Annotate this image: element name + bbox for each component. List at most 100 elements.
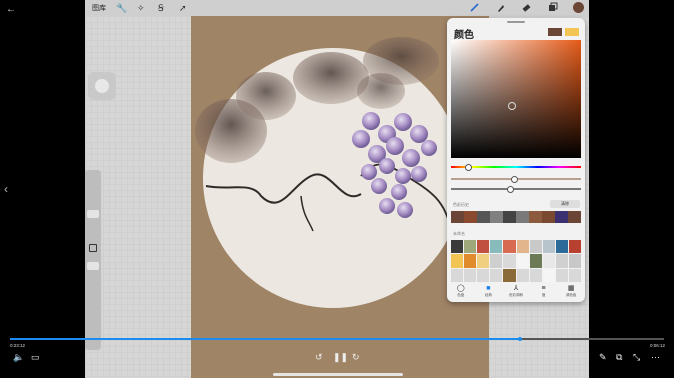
- color-picker-square[interactable]: [451, 40, 581, 158]
- history-swatch[interactable]: [555, 211, 568, 223]
- picker-cursor[interactable]: [508, 102, 516, 110]
- color-tab-label: 值: [541, 293, 546, 297]
- side-slider-panel: [85, 170, 101, 350]
- pause-icon[interactable]: ❚❚: [333, 352, 348, 362]
- palette-swatch[interactable]: [451, 268, 464, 282]
- back-arrow-icon[interactable]: ←: [6, 4, 16, 15]
- history-swatch[interactable]: [477, 211, 490, 223]
- forward-icon[interactable]: ↻: [352, 352, 360, 362]
- history-swatch[interactable]: [503, 211, 516, 223]
- opacity-slider[interactable]: [87, 262, 99, 270]
- pip-icon[interactable]: ⧉: [616, 352, 622, 362]
- total-time: 0:06:12: [650, 343, 666, 348]
- palette-swatch[interactable]: [490, 254, 503, 268]
- palette-swatch[interactable]: [477, 268, 490, 282]
- video-progress-bar[interactable]: [10, 337, 664, 341]
- current-color-button[interactable]: [573, 2, 584, 13]
- clear-history-button[interactable]: 清除: [550, 200, 580, 208]
- history-swatch[interactable]: [542, 211, 555, 223]
- color-palette: [451, 240, 581, 282]
- palette-swatch[interactable]: [568, 240, 581, 254]
- color-tab[interactable]: ≡ 值: [530, 284, 558, 302]
- palette-swatch[interactable]: [542, 254, 555, 268]
- wrench-icon[interactable]: 🔧: [116, 2, 127, 14]
- history-swatch[interactable]: [568, 211, 581, 223]
- color-tab-label: 调色板: [565, 293, 577, 297]
- palette-swatch[interactable]: [516, 254, 529, 268]
- palette-swatch[interactable]: [464, 240, 477, 254]
- brightness-slider[interactable]: [451, 186, 581, 193]
- palette-swatch[interactable]: [464, 268, 477, 282]
- edit-icon[interactable]: ✎: [599, 352, 607, 362]
- brush-icon[interactable]: [469, 2, 480, 13]
- progress-fill: [10, 338, 521, 340]
- saturation-slider[interactable]: [451, 176, 581, 183]
- palette-label: 未命名: [453, 231, 465, 236]
- previous-arrow-icon[interactable]: ‹: [4, 182, 8, 196]
- palette-swatch[interactable]: [464, 254, 477, 268]
- palette-swatch[interactable]: [490, 240, 503, 254]
- hue-knob[interactable]: [465, 164, 472, 171]
- color-tab[interactable]: ⅄ 色彩调和: [502, 284, 530, 302]
- modify-button[interactable]: [89, 244, 97, 252]
- palette-swatch[interactable]: [477, 240, 490, 254]
- volume-icon[interactable]: 🔈: [13, 352, 24, 362]
- palette-swatch[interactable]: [503, 240, 516, 254]
- color-tab-icon: ⅄: [513, 285, 519, 292]
- color-panel: 颜色 色彩历史 清除 未命名 ◯ 色盘 ■ 经典 ⅄ 色彩调和 ≡ 值 ▦ 调色板: [447, 18, 585, 302]
- color-tab-icon: ◯: [456, 285, 465, 292]
- panel-grab-handle[interactable]: [507, 21, 525, 23]
- saturation-knob[interactable]: [511, 176, 518, 183]
- palette-swatch[interactable]: [555, 254, 568, 268]
- secondary-color-swatch[interactable]: [565, 28, 579, 36]
- color-tab[interactable]: ◯ 色盘: [447, 284, 475, 302]
- palette-swatch[interactable]: [529, 240, 542, 254]
- palette-swatch[interactable]: [451, 240, 464, 254]
- history-swatch[interactable]: [490, 211, 503, 223]
- arrow-cursor-icon[interactable]: ➚: [179, 2, 187, 14]
- palette-swatch[interactable]: [555, 268, 568, 282]
- eraser-icon[interactable]: [521, 2, 532, 13]
- palette-swatch[interactable]: [529, 268, 542, 282]
- brush-size-indicator: [88, 72, 116, 100]
- current-time: 0:23:12: [10, 343, 26, 348]
- subtitle-icon[interactable]: ▭: [31, 352, 40, 362]
- color-tab[interactable]: ■ 经典: [475, 284, 503, 302]
- brush-size-slider[interactable]: [87, 210, 99, 218]
- palette-swatch[interactable]: [503, 254, 516, 268]
- primary-color-swatch[interactable]: [548, 28, 562, 36]
- collapse-icon[interactable]: ⤡: [633, 352, 640, 362]
- palette-swatch[interactable]: [503, 268, 516, 282]
- palette-swatch[interactable]: [542, 268, 555, 282]
- palette-swatch[interactable]: [568, 254, 581, 268]
- gallery-button[interactable]: 图库: [92, 3, 106, 13]
- more-icon[interactable]: ⋯: [651, 352, 660, 362]
- color-mode-tabs: ◯ 色盘 ■ 经典 ⅄ 色彩调和 ≡ 值 ▦ 调色板: [447, 284, 585, 302]
- magic-wand-icon[interactable]: ✧: [137, 2, 145, 14]
- rewind-icon[interactable]: ↺: [315, 352, 323, 362]
- color-tab-label: 色彩调和: [508, 293, 523, 297]
- color-tab[interactable]: ▦ 调色板: [557, 284, 585, 302]
- history-swatch[interactable]: [464, 211, 477, 223]
- palette-swatch[interactable]: [529, 254, 542, 268]
- palette-swatch[interactable]: [516, 240, 529, 254]
- palette-swatch[interactable]: [516, 268, 529, 282]
- history-label: 色彩历史: [453, 202, 469, 207]
- brightness-knob[interactable]: [507, 186, 514, 193]
- history-swatch[interactable]: [516, 211, 529, 223]
- history-swatch[interactable]: [451, 211, 464, 223]
- hue-slider[interactable]: [451, 164, 581, 171]
- history-swatch[interactable]: [529, 211, 542, 223]
- palette-swatch[interactable]: [568, 268, 581, 282]
- layers-icon[interactable]: [547, 2, 558, 13]
- palette-swatch[interactable]: [451, 254, 464, 268]
- palette-swatch[interactable]: [477, 254, 490, 268]
- palette-swatch[interactable]: [490, 268, 503, 282]
- color-tab-icon: ■: [486, 285, 491, 292]
- palette-swatch[interactable]: [542, 240, 555, 254]
- smudge-icon[interactable]: [495, 2, 506, 13]
- palette-swatch[interactable]: [555, 240, 568, 254]
- color-history: [451, 211, 581, 223]
- selection-icon[interactable]: Ꞩ: [158, 2, 164, 14]
- color-tab-label: 经典: [484, 293, 492, 297]
